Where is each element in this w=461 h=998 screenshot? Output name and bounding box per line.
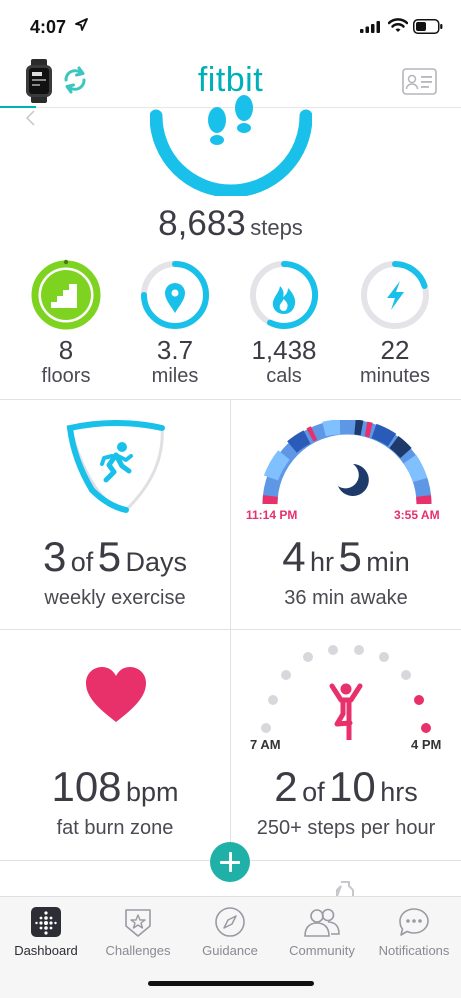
- cals-value: 1,438: [251, 335, 317, 365]
- exercise-unit: Days: [125, 547, 188, 577]
- footprints-icon: [208, 95, 253, 145]
- tab-dashboard-label: Dashboard: [14, 943, 78, 958]
- tab-guidance[interactable]: Guidance: [184, 905, 276, 958]
- floors-label: floors: [41, 365, 91, 387]
- community-icon: [304, 908, 340, 937]
- heart-value: 108: [51, 763, 122, 810]
- minutes-value: 22: [380, 335, 410, 365]
- compass-icon: [215, 907, 245, 937]
- stat-cals[interactable]: 1,438 cals: [234, 258, 334, 388]
- steps-unit: steps: [250, 215, 303, 240]
- tab-notifications[interactable]: Notifications: [368, 905, 460, 958]
- sleep-end-time: 3:55 AM: [394, 508, 440, 522]
- tab-community-label: Community: [289, 943, 355, 958]
- lightning-icon: [387, 281, 404, 310]
- exercise-value: 3: [42, 533, 67, 580]
- tab-dashboard[interactable]: Dashboard: [0, 905, 92, 958]
- stat-minutes[interactable]: 22 minutes: [345, 258, 445, 388]
- sleep-hours: 4: [282, 533, 306, 580]
- location-pin-icon: [165, 283, 185, 313]
- hourly-start-label: 7 AM: [250, 737, 281, 752]
- cellular-signal-icon: [360, 21, 380, 33]
- steps-summary[interactable]: 8,683 steps: [0, 204, 461, 244]
- hourly-dots-arc: [261, 645, 431, 740]
- hourly-of: of: [302, 777, 325, 807]
- sleep-minutes: 5: [338, 533, 362, 580]
- hourly-unit: hrs: [380, 777, 418, 807]
- dashboard-icon: [31, 907, 61, 937]
- chat-bubble-icon: [399, 908, 429, 936]
- hourly-end-label: 4 PM: [411, 737, 442, 752]
- sleep-minutes-unit: min: [366, 547, 410, 577]
- sleep-start-time: 11:14 PM: [246, 508, 298, 522]
- tab-challenges[interactable]: Challenges: [92, 905, 184, 958]
- tab-community[interactable]: Community: [276, 905, 368, 958]
- running-person-icon: [100, 442, 133, 483]
- sleep-summary: 4 hr 5 min: [231, 533, 461, 581]
- profile-card-icon[interactable]: [402, 68, 437, 95]
- hourly-value: 2: [274, 763, 298, 810]
- hourly-summary: 2 of 10 hrs: [231, 763, 461, 811]
- heart-unit: bpm: [126, 777, 179, 807]
- tab-challenges-label: Challenges: [105, 943, 171, 958]
- miles-label: miles: [151, 365, 199, 387]
- steps-value: 8,683: [158, 204, 246, 243]
- stat-miles[interactable]: 3.7 miles: [125, 258, 225, 388]
- steps-progress-ring[interactable]: [150, 56, 312, 196]
- minutes-label: minutes: [359, 365, 431, 387]
- status-bar: 4:07: [0, 0, 461, 56]
- wifi-icon: [388, 18, 408, 32]
- floors-ring: [31, 259, 101, 330]
- hourly-label: 250+ steps per hour: [256, 817, 436, 839]
- floors-value: 8: [58, 335, 74, 365]
- chevron-left-icon[interactable]: [24, 110, 38, 126]
- heart-summary: 108 bpm: [0, 763, 230, 811]
- miles-ring: [141, 261, 209, 329]
- miles-value: 3.7: [156, 335, 194, 365]
- tab-guidance-label: Guidance: [202, 943, 258, 958]
- heart-zone-label: fat burn zone: [56, 817, 174, 839]
- add-button[interactable]: [210, 842, 250, 882]
- sleep-hours-unit: hr: [310, 547, 335, 577]
- person-stretching-icon: [329, 683, 363, 740]
- moon-icon: [338, 464, 369, 496]
- active-minutes-ring: [361, 261, 429, 329]
- cals-ring: [250, 260, 319, 329]
- heart-icon: [86, 667, 146, 722]
- exercise-summary: 3 of 5 Days: [0, 533, 230, 581]
- sleep-awake-label: 36 min awake: [284, 587, 408, 609]
- status-time: 4:07: [30, 17, 67, 37]
- sleep-stages-arc: [262, 420, 432, 505]
- hourly-goal: 10: [329, 763, 376, 810]
- stat-floors[interactable]: 8 floors: [16, 258, 116, 388]
- header-indicator: [0, 106, 36, 108]
- cals-label: cals: [266, 365, 302, 387]
- exercise-goal: 5: [97, 533, 122, 580]
- challenges-icon: [125, 909, 151, 937]
- exercise-label: weekly exercise: [44, 587, 186, 609]
- weekly-exercise-pentagon: [66, 420, 165, 513]
- tab-notifications-label: Notifications: [378, 943, 450, 958]
- water-bottle-icon: [336, 881, 354, 896]
- exercise-of: of: [70, 547, 94, 577]
- battery-icon: [413, 19, 443, 34]
- home-indicator[interactable]: [148, 981, 314, 986]
- location-arrow-icon: [75, 18, 88, 31]
